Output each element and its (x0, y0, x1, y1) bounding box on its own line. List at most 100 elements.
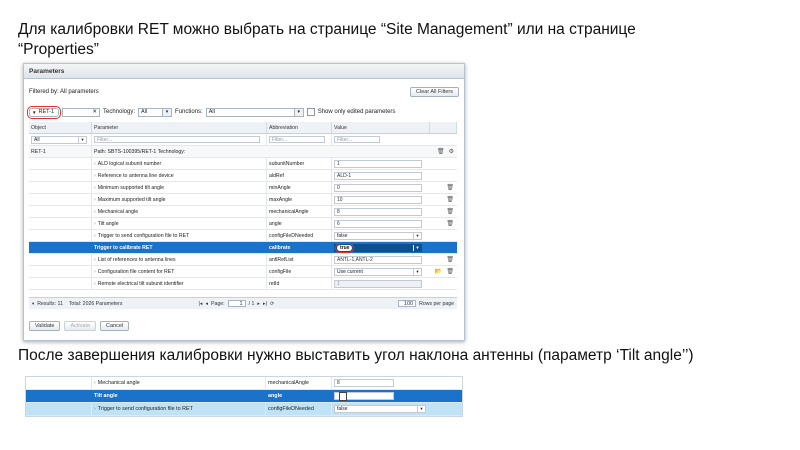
folder-icon[interactable]: 📂 (435, 268, 442, 275)
first-page-icon[interactable]: |◂ (198, 301, 202, 307)
filter-summary-row: Filtered by: All parameters Clear All Fi… (29, 86, 459, 98)
table-row[interactable]: › Trigger to send configuration file to R… (29, 230, 457, 242)
table-row[interactable]: › Reference to antenna line device aldRef A… (29, 170, 457, 182)
value-filter-input[interactable]: Filter... (334, 136, 380, 143)
table-row[interactable]: › List of references to antenna lines antl… (29, 254, 457, 266)
value-input[interactable]: 0 (334, 183, 422, 192)
parameter-rows: › ALD logical subunit number subunitNumber… (29, 158, 457, 290)
table-row[interactable]: › Trigger to send configuration file to R… (26, 403, 462, 416)
abbr-label: aldRef (267, 170, 332, 181)
trash-icon[interactable]: 🗑 (437, 148, 445, 155)
functions-select[interactable]: All ▾ (205, 107, 304, 117)
cancel-button[interactable]: Cancel (100, 321, 130, 331)
table-row[interactable]: › Minimum supported tilt angle minAngle 0 🗑 (29, 182, 457, 194)
value-input[interactable]: 1 (334, 279, 422, 288)
next-page-icon[interactable]: ▸ (257, 301, 260, 307)
show-edited-checkbox[interactable] (306, 108, 315, 116)
abbr-label: angle (266, 390, 332, 402)
gear-icon[interactable]: ⚙ (449, 148, 454, 155)
last-page-icon[interactable]: ▸| (263, 301, 267, 307)
group-object: RET-1 (29, 146, 92, 157)
param-label: Remote electrical tilt subunit identifie… (97, 280, 184, 287)
chevron-down-icon[interactable]: ▾ (162, 108, 172, 116)
page-label: Page: (211, 300, 225, 307)
col-abbreviation[interactable]: Abbreviation (267, 122, 332, 133)
value-input[interactable]: 6 (334, 219, 422, 228)
functions-value: All (208, 109, 215, 115)
table-row[interactable]: Tilt angle angle (26, 390, 462, 403)
table-row[interactable]: Trigger to calibrate RET calibrate true ▾ (29, 242, 457, 254)
value-input[interactable]: 1 (334, 159, 422, 168)
trash-icon[interactable]: 🗑 (446, 220, 454, 227)
validate-button[interactable]: Validate (29, 321, 61, 331)
chevron-down-icon[interactable]: ▾ (78, 136, 86, 143)
param-label: ALD logical subunit number (97, 160, 162, 167)
chevron-right-icon: › (94, 220, 96, 227)
calibrate-value: true (334, 242, 355, 253)
caption-top: Для калибровки RET можно выбрать на стра… (18, 21, 636, 58)
parameters-dialog: Parameters Filtered by: All parameters C… (23, 63, 465, 341)
table-row[interactable]: › Configuration file content for RET confi… (29, 266, 457, 278)
abbreviation-filter-input[interactable]: Filter... (269, 136, 325, 143)
prev-page-icon[interactable]: ◂ (205, 301, 208, 307)
rows-per-page-input[interactable]: 100 (398, 300, 417, 307)
object-column-filter[interactable]: All ▾ (31, 135, 87, 144)
trash-icon[interactable]: 🗑 (446, 208, 454, 215)
rows-per-page-label: Rows per page (419, 300, 454, 307)
value-input[interactable]: ANTL-1,ANTL-2 (334, 255, 422, 264)
calibrate-select[interactable]: true ▾ (334, 242, 422, 253)
abbr-label: retId (267, 278, 332, 289)
table-row[interactable]: › Maximum supported tilt angle maxAngle 10 🗑 (29, 194, 457, 206)
table-row[interactable]: › Tilt angle angle 6 🗑 (29, 218, 457, 230)
param-label: Trigger to send configuration file to RE… (97, 406, 193, 412)
object-filter-extension[interactable]: ✕ (62, 107, 100, 117)
dialog-title: Parameters (24, 64, 464, 79)
table-row[interactable]: › Remote electrical tilt subunit identifi… (29, 278, 457, 290)
trash-icon[interactable]: 🗑 (446, 196, 454, 203)
clear-icon[interactable]: ✕ (92, 109, 97, 115)
chevron-down-icon[interactable]: ▾ (413, 268, 421, 275)
trash-icon[interactable]: 🗑 (446, 184, 454, 191)
trash-icon[interactable]: 🗑 (446, 268, 454, 275)
value-input[interactable]: ALD-1 (334, 171, 422, 180)
abbr-label: subunitNumber (267, 158, 332, 169)
caption-bottom: После завершения калибровки нужно выстав… (18, 347, 694, 364)
value-input[interactable]: 10 (334, 195, 422, 204)
chevron-down-icon[interactable]: ▾ (417, 406, 425, 412)
abbr-label: configFileDNeeded (267, 230, 332, 241)
param-label: List of references to antenna lines (97, 256, 176, 263)
tilt-angle-input[interactable] (334, 391, 394, 401)
group-row[interactable]: RET-1 Path: SBTS-100395/RET-1 Technology… (29, 146, 457, 158)
abbr-label: calibrate (267, 242, 332, 253)
col-object[interactable]: Object (29, 122, 92, 133)
table-row[interactable]: › ALD logical subunit number subunitNumber… (29, 158, 457, 170)
object-filter-input[interactable]: ▼ RET-1 (27, 105, 61, 119)
trash-icon[interactable]: 🗑 (446, 256, 454, 263)
value-select[interactable]: false ▾ (334, 405, 426, 413)
filter-controls-row: ▼ RET-1 ✕ Technology: All ▾ Functions: A… (27, 105, 459, 119)
value-select[interactable]: false ▾ (334, 231, 422, 240)
param-label: Mechanical angle (97, 208, 139, 215)
parameter-filter-input[interactable]: Filter... (94, 136, 260, 143)
abbr-label: antlRefList (267, 254, 332, 265)
chevron-down-icon[interactable]: ▾ (413, 244, 421, 251)
chevron-right-icon: › (94, 232, 96, 239)
refresh-icon[interactable]: ⟳ (270, 301, 274, 307)
col-parameter[interactable]: Parameter (92, 122, 267, 133)
expand-icon[interactable]: ▾ (32, 301, 34, 307)
chevron-down-icon[interactable]: ▾ (413, 232, 421, 239)
page-input[interactable]: 1 (227, 300, 246, 307)
activate-button[interactable]: Activate (64, 321, 97, 331)
technology-select[interactable]: All ▾ (138, 107, 173, 117)
col-value[interactable]: Value (332, 122, 430, 133)
value-input[interactable]: 8 (334, 379, 394, 387)
chevron-down-icon[interactable]: ▾ (293, 108, 303, 116)
param-label: Tilt angle (94, 393, 118, 399)
table-row[interactable]: › Mechanical angle mechanicalAngle 8 🗑 (29, 206, 457, 218)
text-cursor (339, 391, 347, 401)
abbr-label: configFile (267, 266, 332, 277)
value-input[interactable]: 8 (334, 207, 422, 216)
table-row[interactable]: › Mechanical angle mechanicalAngle 8 (26, 377, 462, 390)
value-select[interactable]: Use current ▾ (334, 267, 422, 276)
clear-all-filters-button[interactable]: Clear All Filters (410, 87, 459, 97)
